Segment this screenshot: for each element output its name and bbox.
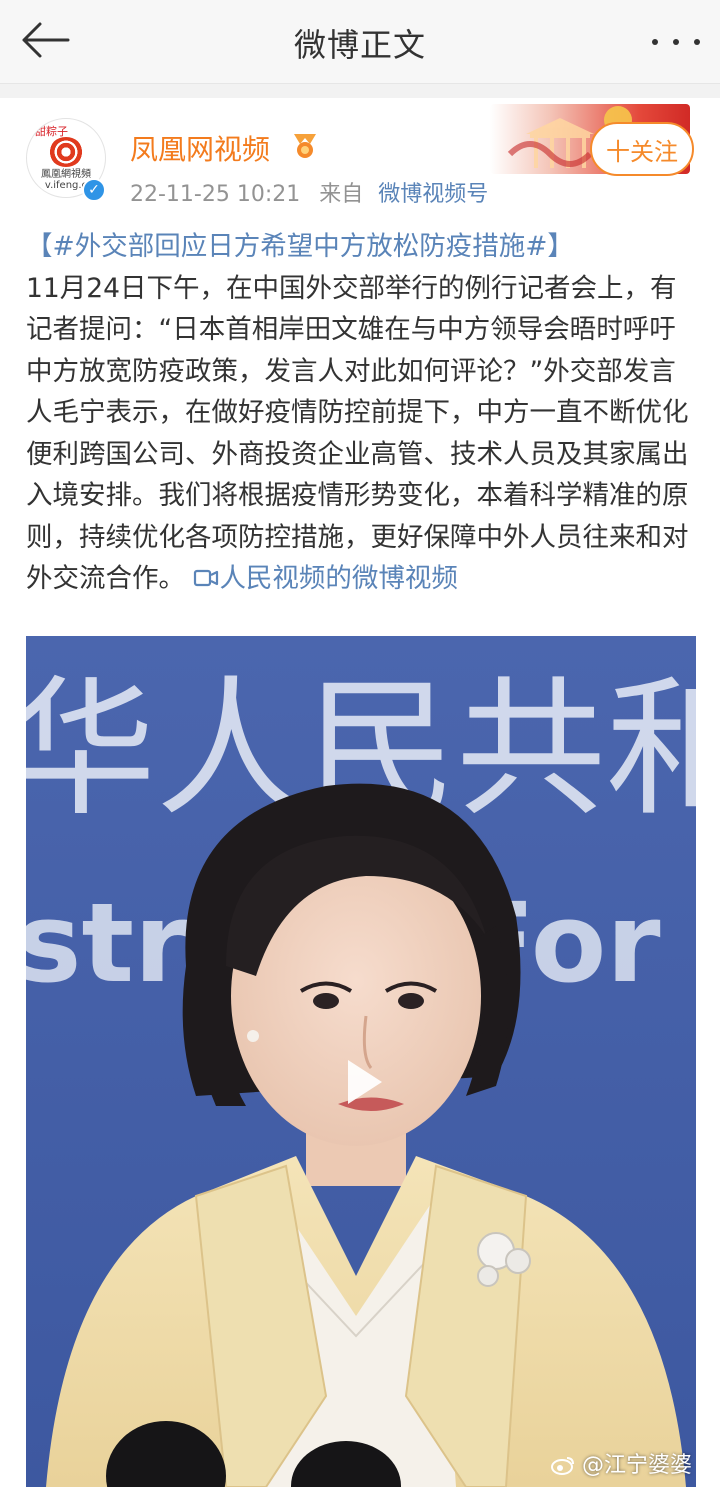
video-link-label: 人民视频的微博视频 bbox=[219, 563, 458, 594]
top-navigation-bar: 微博正文 bbox=[0, 0, 720, 84]
divider bbox=[0, 84, 720, 98]
video-camera-icon bbox=[194, 569, 219, 587]
phoenix-logo-icon bbox=[49, 137, 83, 167]
post-timestamp: 22-11-25 10:21 bbox=[130, 182, 301, 207]
more-dot-icon bbox=[673, 39, 679, 45]
page-title: 微博正文 bbox=[293, 26, 426, 64]
medal-icon bbox=[294, 134, 316, 158]
video-link[interactable]: 人民视频的微博视频 bbox=[193, 563, 458, 594]
topic-hashtag-link[interactable]: 【#外交部回应日方希望中方放松防疫措施#】 bbox=[26, 231, 574, 262]
weibo-post: 甜粽子 鳳凰網視頻 v.ifeng.c ✓ 凤凰网视频 22-11-25 10:… bbox=[0, 98, 720, 1487]
weibo-logo-icon bbox=[550, 1457, 574, 1475]
source-prefix: 来自 bbox=[319, 182, 364, 207]
play-icon[interactable] bbox=[334, 1054, 390, 1110]
watermark: @江宁婆婆 bbox=[550, 1447, 692, 1479]
post-meta: 22-11-25 10:21 来自 微博视频号 bbox=[130, 176, 488, 208]
more-dot-icon bbox=[694, 39, 700, 45]
more-dot-icon bbox=[652, 39, 658, 45]
post-text: 11月24日下午，在中国外交部举行的例行记者会上，有记者提问：“日本首相岸田文雄… bbox=[26, 272, 689, 595]
post-source[interactable]: 微博视频号 bbox=[378, 182, 488, 207]
more-options-button[interactable] bbox=[646, 22, 706, 62]
video-player[interactable]: 华人民共和 stry of For bbox=[26, 636, 696, 1487]
account-name[interactable]: 凤凰网视频 bbox=[130, 128, 270, 168]
follow-button[interactable]: 十关注 bbox=[590, 122, 694, 176]
verified-badge-icon: ✓ bbox=[82, 178, 106, 202]
post-body: 【#外交部回应日方希望中方放松防疫措施#】 11月24日下午，在中国外交部举行的… bbox=[26, 226, 698, 600]
